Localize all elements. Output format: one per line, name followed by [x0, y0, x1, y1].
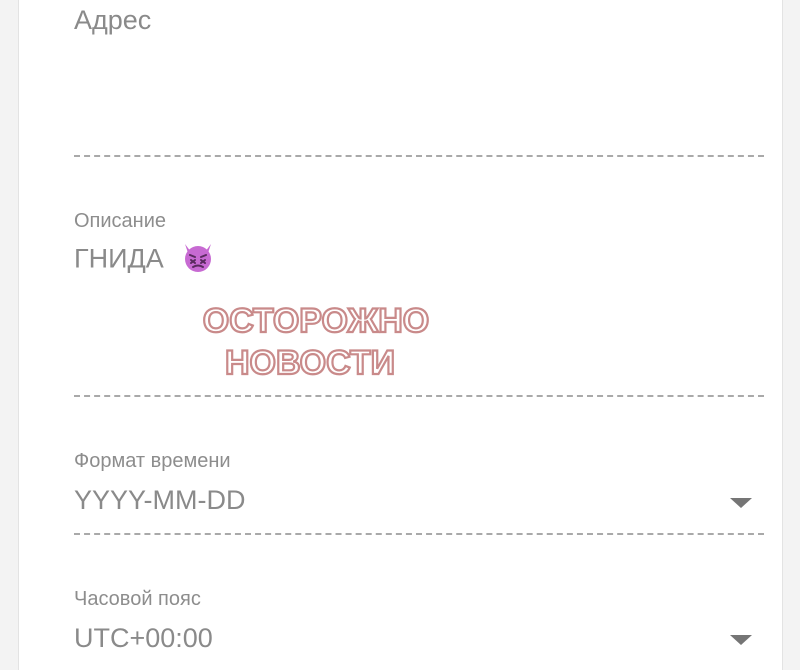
- address-field[interactable]: Адрес: [74, 0, 764, 160]
- timezone-value[interactable]: UTC+00:00: [74, 623, 213, 654]
- time-format-value[interactable]: YYYY-MM-DD: [74, 485, 246, 516]
- description-label: Описание: [74, 210, 167, 232]
- timezone-label: Часовой пояс: [74, 588, 201, 610]
- address-label: Адрес: [74, 5, 152, 35]
- timezone-dropdown[interactable]: Часовой пояс UTC+00:00: [74, 578, 764, 670]
- address-underline: [74, 155, 764, 157]
- dropdown-arrow-icon[interactable]: [730, 498, 752, 508]
- watermark-line1: ОСТОРОЖНО: [203, 302, 429, 340]
- dropdown-arrow-icon[interactable]: [730, 635, 752, 645]
- time-format-underline: [74, 533, 764, 535]
- description-value-row[interactable]: ГНИДА: [74, 240, 215, 281]
- time-format-label: Формат времени: [74, 450, 231, 472]
- watermark-logo: ОСТОРОЖНО НОВОСТИ: [186, 300, 446, 383]
- description-underline: [74, 395, 764, 397]
- time-format-dropdown[interactable]: Формат времени YYYY-MM-DD: [74, 440, 764, 540]
- description-value: ГНИДА: [74, 243, 164, 274]
- watermark-line2: НОВОСТИ: [225, 344, 395, 378]
- angry-devil-face-icon: [181, 240, 215, 281]
